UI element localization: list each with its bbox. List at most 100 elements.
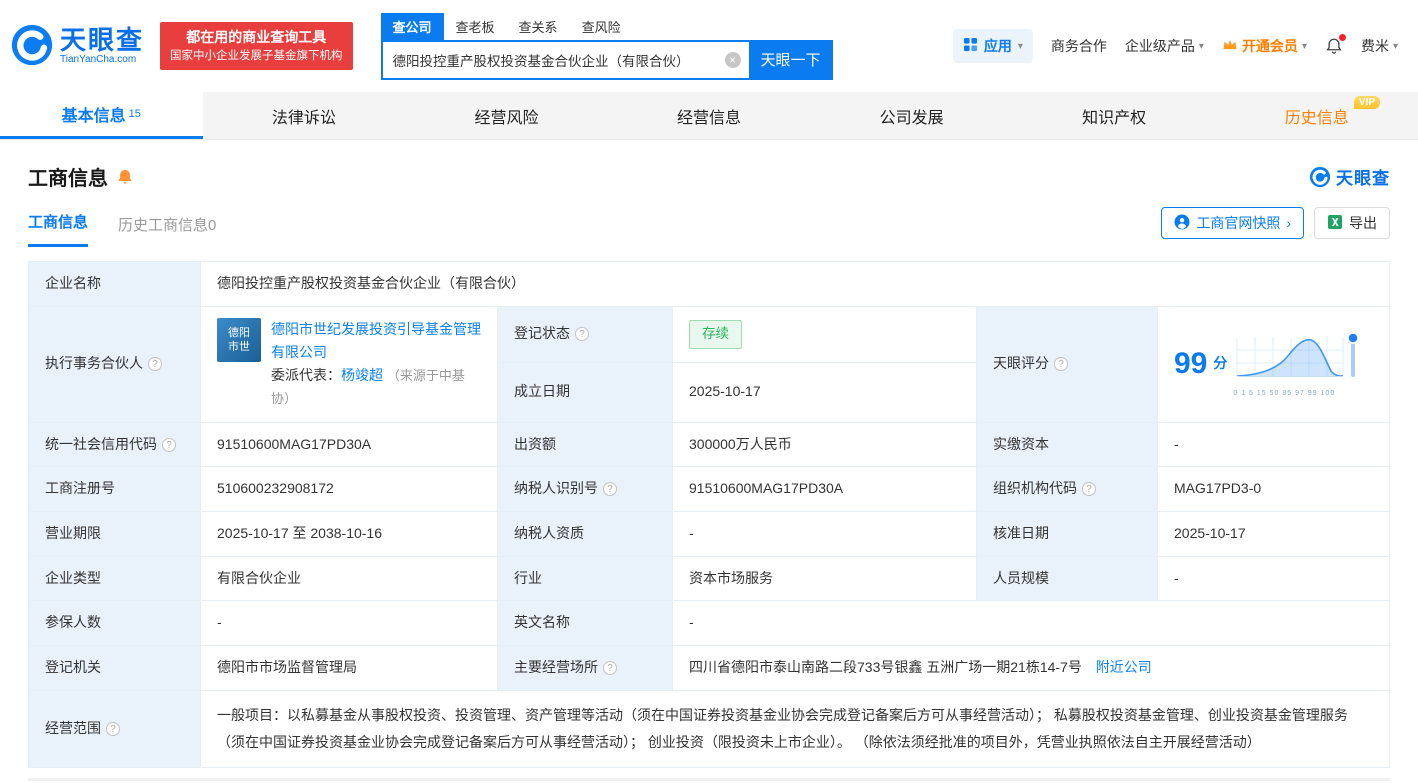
help-icon[interactable]: ? bbox=[603, 482, 617, 497]
search-tab-company[interactable]: 查公司 bbox=[380, 12, 444, 40]
search-tab-boss[interactable]: 查老板 bbox=[444, 13, 507, 40]
staff-size-label: 人员规模 bbox=[976, 555, 1158, 602]
company-nav-tabs: 基本信息 15 法律诉讼 经营风险 经营信息 公司发展 知识产权 历史信息 VI… bbox=[0, 92, 1418, 140]
executive-partner-cell: 德阳 市世 德阳市世纪发展投资引导基金管理有限公司 委派代表：杨竣超 （来源于中… bbox=[200, 305, 498, 423]
slogan-line2: 国家中小企业发展子基金旗下机构 bbox=[170, 49, 343, 62]
tab-legal[interactable]: 法律诉讼 bbox=[203, 92, 406, 139]
paid-capital-value: - bbox=[1157, 421, 1390, 468]
representative-link[interactable]: 杨竣超 bbox=[341, 367, 383, 383]
search-button[interactable]: 天眼一下 bbox=[748, 39, 833, 80]
establish-date-value: 2025-10-17 bbox=[672, 361, 977, 423]
taxpayer-id-label: 纳税人识别号? bbox=[497, 466, 673, 513]
tab-operation-risk[interactable]: 经营风险 bbox=[405, 92, 608, 139]
vip-badge: VIP bbox=[1353, 96, 1381, 109]
help-icon[interactable]: ? bbox=[1082, 482, 1096, 497]
establish-date-label: 成立日期 bbox=[497, 361, 673, 423]
menu-open-vip[interactable]: 开通会员 ▾ bbox=[1222, 36, 1307, 56]
tab-label: 经营风险 bbox=[474, 109, 539, 127]
tab-label: 法律诉讼 bbox=[271, 109, 336, 127]
arrow-right-icon: › bbox=[1286, 215, 1291, 231]
tab-intellectual-property[interactable]: 知识产权 bbox=[1013, 92, 1216, 139]
help-icon[interactable]: ? bbox=[148, 357, 162, 372]
credit-code-value: 91510600MAG17PD30A bbox=[200, 421, 498, 468]
tyc-score-label: 天眼评分? bbox=[976, 305, 1158, 423]
reg-number-label: 工商注册号 bbox=[28, 466, 201, 513]
approval-date-label: 核准日期 bbox=[976, 511, 1158, 557]
status-badge: 存续 bbox=[689, 319, 742, 349]
industry-value: 资本市场服务 bbox=[672, 555, 977, 602]
help-icon[interactable]: ? bbox=[106, 722, 120, 737]
table-row: 登记机关 德阳市市场监督管理局 主要经营场所? 四川省德阳市泰山南路二段733号… bbox=[28, 645, 1390, 691]
tab-operation-info[interactable]: 经营信息 bbox=[608, 92, 811, 139]
top-bar: 天眼查 TianYanCha.com 都在用的商业查询工具 国家中小企业发展子基… bbox=[0, 0, 1418, 92]
official-snapshot-button[interactable]: 工商官网快照 › bbox=[1161, 207, 1304, 239]
tab-label: 经营信息 bbox=[677, 109, 742, 127]
tab-label: 知识产权 bbox=[1082, 109, 1147, 127]
tab-history-info[interactable]: 历史信息 VIP bbox=[1215, 92, 1418, 139]
table-row: 企业类型 有限合伙企业 行业 资本市场服务 人员规模 - bbox=[28, 555, 1390, 602]
score-value: 99 bbox=[1174, 346, 1208, 380]
business-address-cell: 四川省德阳市泰山南路二段733号银鑫 五洲广场一期21栋14-7号 附近公司 bbox=[672, 645, 1390, 691]
org-code-label: 组织机构代码? bbox=[976, 466, 1158, 513]
enterprise-label: 企业级产品 bbox=[1124, 38, 1195, 54]
partner-logo: 德阳 市世 bbox=[217, 318, 261, 362]
credit-code-label: 统一社会信用代码? bbox=[28, 421, 201, 468]
tyc-score-cell: 99 分 0 1 5 15 50 85 97 99 100 bbox=[1157, 305, 1390, 423]
subscribe-bell-icon[interactable] bbox=[116, 168, 134, 186]
subtab-history-business-info[interactable]: 历史工商信息0 bbox=[118, 214, 216, 247]
help-icon[interactable]: ? bbox=[162, 437, 176, 452]
menu-cooperation[interactable]: 商务合作 bbox=[1051, 36, 1107, 56]
help-icon[interactable]: ? bbox=[1054, 357, 1068, 372]
approval-date-value: 2025-10-17 bbox=[1157, 511, 1390, 557]
search-input-box: × bbox=[380, 39, 749, 80]
tab-label: 历史信息 bbox=[1284, 109, 1349, 127]
chevron-down-icon: ▾ bbox=[1392, 40, 1398, 52]
tab-company-development[interactable]: 公司发展 bbox=[810, 92, 1013, 139]
chevron-down-icon: ▾ bbox=[1198, 40, 1204, 52]
reg-authority-label: 登记机关 bbox=[28, 645, 201, 691]
help-icon[interactable]: ? bbox=[575, 327, 589, 342]
taxpayer-qualification-label: 纳税人资质 bbox=[497, 511, 673, 557]
business-scope-value: 一般项目：以私募基金从事股权投资、投资管理、资产管理等活动（须在中国证券投资基金… bbox=[200, 689, 1390, 769]
tab-basic-info[interactable]: 基本信息 15 bbox=[0, 92, 203, 139]
insured-count-value: - bbox=[200, 600, 498, 647]
clear-search-icon[interactable]: × bbox=[724, 51, 741, 68]
nearby-companies-link[interactable]: 附近公司 bbox=[1096, 659, 1152, 675]
reg-status-label: 登记状态? bbox=[497, 305, 673, 363]
table-row: 执行事务合伙人? 德阳 市世 德阳市世纪发展投资引导基金管理有限公司 委派代表：… bbox=[28, 305, 1390, 423]
help-icon[interactable]: ? bbox=[603, 661, 617, 676]
tianyancha-watermark-logo: 天眼查 bbox=[1309, 164, 1390, 189]
export-button[interactable]: 导出 bbox=[1314, 207, 1390, 239]
notification-bell-icon[interactable] bbox=[1325, 34, 1346, 56]
menu-enterprise-products[interactable]: 企业级产品 ▾ bbox=[1125, 36, 1204, 56]
staff-size-value: - bbox=[1157, 555, 1390, 602]
business-address-label: 主要经营场所? bbox=[497, 645, 673, 691]
industry-label: 行业 bbox=[497, 555, 673, 602]
table-row: 营业期限 2025-10-17 至 2038-10-16 纳税人资质 - 核准日… bbox=[28, 511, 1390, 557]
business-info-table: 企业名称 德阳投控重产股权投资基金合伙企业（有限合伙） 执行事务合伙人? 德阳 … bbox=[28, 261, 1390, 769]
tianyancha-logo[interactable]: 天眼查 TianYanCha.com bbox=[10, 23, 144, 70]
table-row: 企业名称 德阳投控重产股权投资基金合伙企业（有限合伙） bbox=[28, 261, 1390, 307]
subtab-business-info[interactable]: 工商信息 bbox=[28, 211, 89, 247]
apps-menu-button[interactable]: 应用 ▾ bbox=[952, 29, 1033, 63]
tianyancha-logo-icon bbox=[10, 23, 54, 70]
partner-company-link[interactable]: 德阳市世纪发展投资引导基金管理有限公司 bbox=[271, 321, 481, 360]
company-type-value: 有限合伙企业 bbox=[200, 555, 498, 602]
section-title: 工商信息 bbox=[28, 168, 108, 190]
chevron-down-icon: ▾ bbox=[1301, 40, 1307, 52]
search-input[interactable] bbox=[382, 52, 749, 67]
table-row: 统一社会信用代码? 91510600MAG17PD30A 出资额 300000万… bbox=[28, 421, 1390, 468]
company-type-label: 企业类型 bbox=[28, 555, 201, 602]
watermark-brand-text: 天眼查 bbox=[1336, 169, 1390, 188]
top-menu: 应用 ▾ 商务合作 企业级产品 ▾ 开通会员 ▾ 费米 ▾ bbox=[952, 29, 1398, 63]
score-chart[interactable]: 0 1 5 15 50 85 97 99 100 bbox=[1233, 329, 1361, 400]
user-menu[interactable]: 费米 ▾ bbox=[1361, 36, 1398, 56]
score-unit: 分 bbox=[1213, 355, 1228, 372]
search-tab-relation[interactable]: 查关系 bbox=[507, 13, 570, 40]
excel-icon bbox=[1327, 214, 1343, 233]
slogan-line1: 都在用的商业查询工具 bbox=[186, 28, 327, 45]
search-tab-risk[interactable]: 查风险 bbox=[570, 13, 633, 40]
capital-value: 300000万人民币 bbox=[672, 421, 977, 468]
insured-count-label: 参保人数 bbox=[28, 600, 201, 647]
tab-label: 基本信息 bbox=[61, 108, 126, 125]
